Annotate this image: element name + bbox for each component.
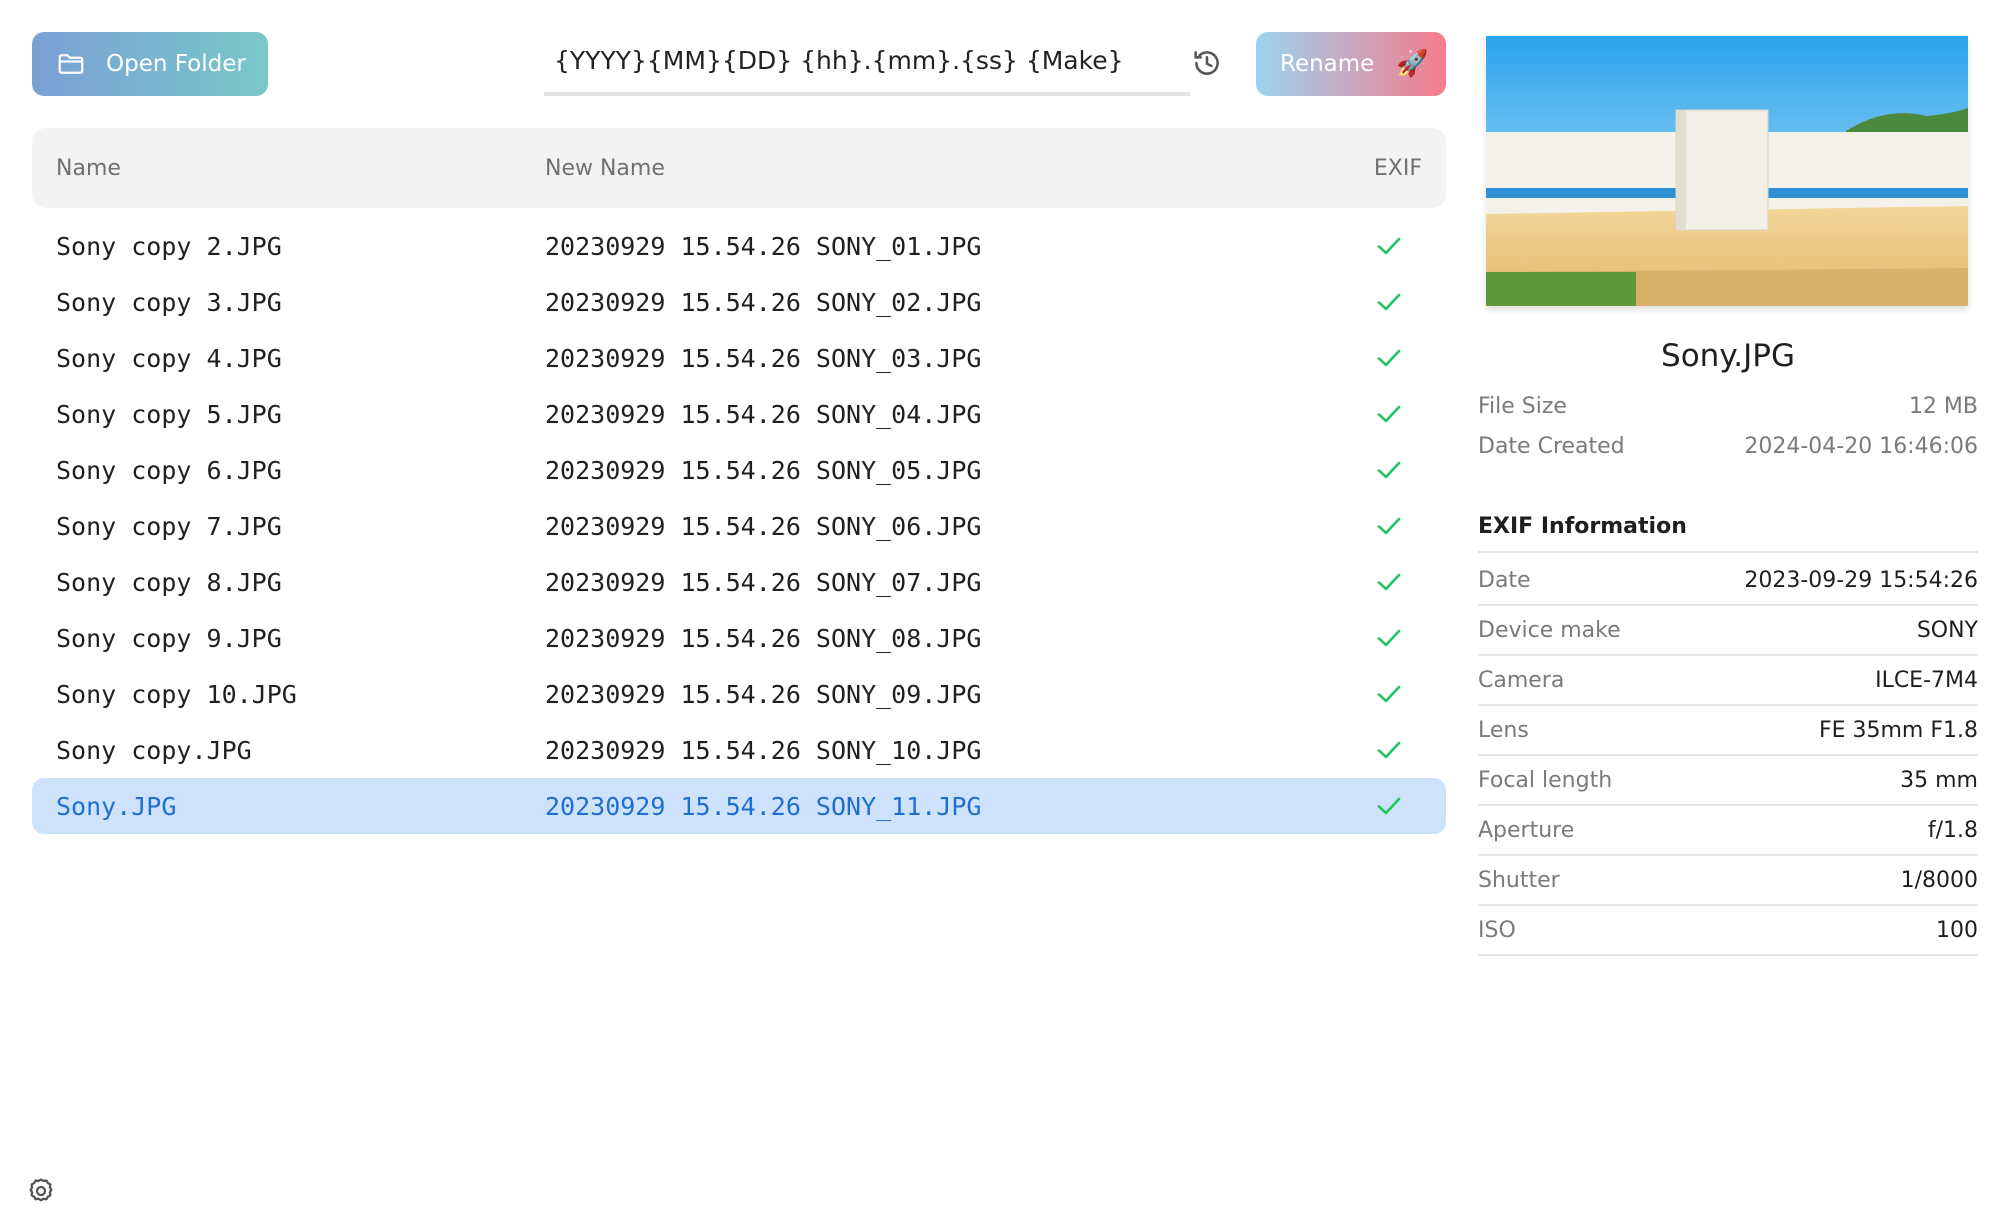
new-file-name: 20230929 15.54.26 SONY_08.JPG (545, 623, 982, 653)
exif-value: SONY (1916, 617, 1978, 643)
check-icon (1377, 573, 1401, 591)
exif-value: 100 (1936, 917, 1978, 943)
exif-key: Shutter (1478, 867, 1560, 893)
new-file-name: 20230929 15.54.26 SONY_02.JPG (545, 287, 982, 317)
check-icon (1377, 349, 1401, 367)
selected-file-name: Sony.JPG (1661, 338, 1795, 374)
file-name: Sony copy 6.JPG (56, 455, 282, 485)
new-file-name: 20230929 15.54.26 SONY_10.JPG (545, 735, 982, 765)
file-name: Sony copy.JPG (56, 735, 252, 765)
exif-key: Device make (1478, 617, 1621, 643)
table-row[interactable]: Sony copy 8.JPG 20230929 15.54.26 SONY_07… (32, 554, 1446, 610)
table-row[interactable]: Sony copy 2.JPG 20230929 15.54.26 SONY_01… (32, 218, 1446, 274)
image-preview (1486, 36, 1968, 306)
exif-row: Aperture f/1.8 (1478, 806, 1978, 856)
photo-thumbnail (1486, 36, 1968, 306)
exif-key: Lens (1478, 717, 1529, 743)
file-name: Sony.JPG (56, 791, 177, 821)
check-icon (1377, 461, 1401, 479)
header-new-name[interactable]: New Name (545, 156, 665, 181)
table-row[interactable]: Sony copy 4.JPG 20230929 15.54.26 SONY_03… (32, 330, 1446, 386)
header-name[interactable]: Name (56, 156, 121, 181)
new-file-name: 20230929 15.54.26 SONY_01.JPG (545, 231, 982, 261)
file-size-row: File Size 12 MB (1478, 394, 1978, 419)
exif-row: Camera ILCE-7M4 (1478, 656, 1978, 706)
table-header: Name New Name EXIF (32, 128, 1446, 208)
settings-gear-icon[interactable] (26, 1176, 56, 1206)
new-file-name: 20230929 15.54.26 SONY_04.JPG (545, 399, 982, 429)
check-icon (1377, 293, 1401, 311)
exif-row: Shutter 1/8000 (1478, 856, 1978, 906)
check-icon (1377, 797, 1401, 815)
rename-label: Rename (1280, 51, 1375, 77)
exif-value: 35 mm (1900, 767, 1978, 793)
exif-row: Lens FE 35mm F1.8 (1478, 706, 1978, 756)
file-name: Sony copy 8.JPG (56, 567, 282, 597)
date-created-value: 2024-04-20 16:46:06 (1744, 434, 1978, 459)
table-row[interactable]: Sony copy 7.JPG 20230929 15.54.26 SONY_06… (32, 498, 1446, 554)
table-body: Sony copy 2.JPG 20230929 15.54.26 SONY_01… (32, 218, 1446, 834)
header-exif[interactable]: EXIF (1374, 156, 1422, 181)
file-name: Sony copy 4.JPG (56, 343, 282, 373)
exif-value: ILCE-7M4 (1875, 667, 1978, 693)
date-created-label: Date Created (1478, 434, 1625, 459)
check-icon (1377, 405, 1401, 423)
file-name: Sony copy 3.JPG (56, 287, 282, 317)
pattern-field (544, 30, 1190, 96)
rocket-icon: 🚀 (1396, 49, 1429, 79)
new-file-name: 20230929 15.54.26 SONY_09.JPG (545, 679, 982, 709)
date-created-row: Date Created 2024-04-20 16:46:06 (1478, 434, 1978, 459)
exif-key: Date (1478, 567, 1531, 593)
new-file-name: 20230929 15.54.26 SONY_06.JPG (545, 511, 982, 541)
exif-key: Camera (1478, 667, 1565, 693)
exif-value: 2023-09-29 15:54:26 (1744, 567, 1978, 593)
exif-value: f/1.8 (1927, 817, 1978, 843)
table-row[interactable]: Sony copy.JPG 20230929 15.54.26 SONY_10.J… (32, 722, 1446, 778)
table-row[interactable]: Sony copy 10.JPG 20230929 15.54.26 SONY_0… (32, 666, 1446, 722)
exif-key: Aperture (1478, 817, 1575, 843)
file-name: Sony copy 2.JPG (56, 231, 282, 261)
history-clock-icon[interactable] (1190, 46, 1224, 80)
check-icon (1377, 741, 1401, 759)
open-folder-label: Open Folder (106, 51, 246, 77)
table-row[interactable]: Sony copy 5.JPG 20230929 15.54.26 SONY_04… (32, 386, 1446, 442)
check-icon (1377, 237, 1401, 255)
table-row[interactable]: Sony.JPG 20230929 15.54.26 SONY_11.JPG (32, 778, 1446, 834)
exif-value: FE 35mm F1.8 (1818, 717, 1978, 743)
exif-key: Focal length (1478, 767, 1613, 793)
exif-value: 1/8000 (1900, 867, 1978, 893)
table-row[interactable]: Sony copy 6.JPG 20230929 15.54.26 SONY_05… (32, 442, 1446, 498)
exif-key: ISO (1478, 917, 1516, 943)
file-size-label: File Size (1478, 394, 1567, 419)
new-file-name: 20230929 15.54.26 SONY_11.JPG (545, 791, 982, 821)
file-table: Name New Name EXIF Sony copy 2.JPG 202309… (32, 128, 1446, 834)
table-row[interactable]: Sony copy 9.JPG 20230929 15.54.26 SONY_08… (32, 610, 1446, 666)
file-name: Sony copy 10.JPG (56, 679, 297, 709)
exif-heading: EXIF Information (1478, 514, 1978, 553)
exif-row: Date 2023-09-29 15:54:26 (1478, 556, 1978, 606)
folder-icon (58, 54, 84, 74)
file-name: Sony copy 5.JPG (56, 399, 282, 429)
rename-button[interactable]: Rename 🚀 (1256, 32, 1446, 96)
file-name: Sony copy 7.JPG (56, 511, 282, 541)
new-file-name: 20230929 15.54.26 SONY_05.JPG (545, 455, 982, 485)
new-file-name: 20230929 15.54.26 SONY_03.JPG (545, 343, 982, 373)
table-row[interactable]: Sony copy 3.JPG 20230929 15.54.26 SONY_02… (32, 274, 1446, 330)
file-name: Sony copy 9.JPG (56, 623, 282, 653)
check-icon (1377, 517, 1401, 535)
exif-row: Device make SONY (1478, 606, 1978, 656)
check-icon (1377, 685, 1401, 703)
check-icon (1377, 629, 1401, 647)
new-file-name: 20230929 15.54.26 SONY_07.JPG (545, 567, 982, 597)
exif-row: ISO 100 (1478, 906, 1978, 956)
exif-row: Focal length 35 mm (1478, 756, 1978, 806)
file-size-value: 12 MB (1908, 394, 1978, 419)
exif-list: Date 2023-09-29 15:54:26 Device make SONY Ca… (1478, 556, 1978, 956)
pattern-input[interactable] (544, 30, 1190, 90)
open-folder-button[interactable]: Open Folder (32, 32, 268, 96)
